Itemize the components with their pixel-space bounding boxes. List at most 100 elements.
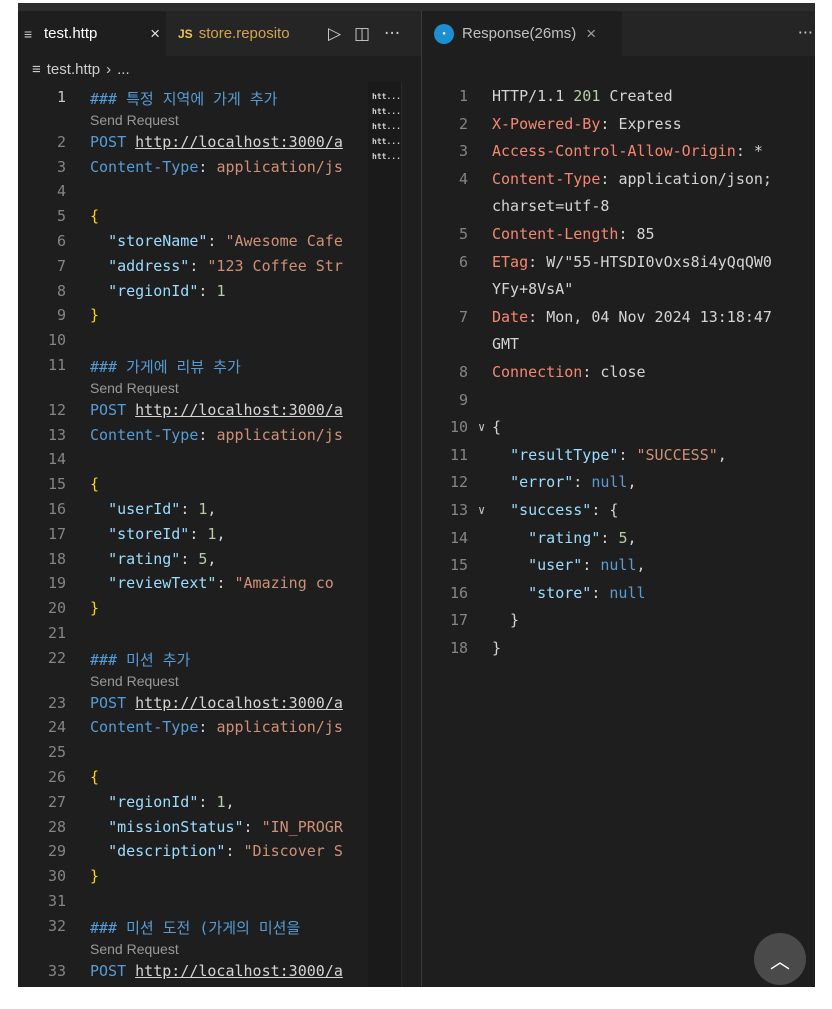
line-number: 30 bbox=[47, 867, 66, 886]
send-request-codelens[interactable]: Send Request bbox=[90, 112, 179, 128]
fold-chevron-icon[interactable]: ∨ bbox=[478, 420, 485, 434]
line-number: 21 bbox=[47, 624, 66, 642]
line-number: 14 bbox=[449, 528, 468, 547]
line-number: 33 bbox=[47, 961, 66, 980]
response-line: "resultType": "SUCCESS", bbox=[510, 445, 727, 464]
line-number: 16 bbox=[449, 583, 468, 602]
code-line: "regionId": 1, bbox=[108, 792, 235, 811]
line-number: 17 bbox=[47, 524, 66, 543]
code-line: Content-Type: application/js bbox=[90, 425, 343, 444]
code-line: "rating": 5, bbox=[108, 549, 217, 568]
close-icon[interactable]: × bbox=[586, 24, 596, 44]
minimap-line: htt... bbox=[372, 107, 401, 116]
fold-chevron-icon[interactable]: ∨ bbox=[478, 503, 485, 517]
line-number: 6 bbox=[458, 252, 468, 271]
file-lines-icon: ≡ bbox=[32, 60, 41, 78]
line-number: 29 bbox=[47, 842, 66, 861]
line-number: 32 bbox=[47, 916, 66, 935]
left-editor-pane: ≡ test.http × JS store.reposito ▷ ◫ ··· … bbox=[18, 11, 422, 987]
more-actions-icon[interactable]: ··· bbox=[384, 11, 400, 56]
line-number: 4 bbox=[458, 169, 468, 188]
response-line: } bbox=[492, 639, 502, 657]
line-number: 25 bbox=[47, 743, 66, 762]
vertical-scrollbar[interactable] bbox=[401, 82, 422, 987]
line-number: 1 bbox=[458, 87, 468, 105]
window-top-strip bbox=[18, 3, 815, 11]
code-line: } bbox=[90, 867, 100, 886]
response-line: HTTP/1.1 201 Created bbox=[492, 87, 673, 105]
minimap-line: htt... bbox=[372, 152, 401, 161]
close-icon[interactable]: × bbox=[150, 24, 160, 44]
line-number: 18 bbox=[449, 639, 468, 657]
code-line: "storeName": "Awesome Cafe bbox=[108, 232, 343, 250]
line-number: 11 bbox=[449, 445, 468, 464]
breadcrumb: ≡ test.http › ... bbox=[18, 56, 421, 82]
line-number: 22 bbox=[47, 648, 66, 667]
response-line: "rating": 5, bbox=[528, 528, 637, 547]
code-line: ### 가게에 리뷰 추가 bbox=[90, 358, 241, 376]
code-editor[interactable]: 1 ### 특정 지역에 가게 추가 Send Request 2 POST http:… bbox=[18, 82, 368, 987]
code-line: { bbox=[90, 207, 100, 226]
code-line: Content-Type: application/js bbox=[90, 718, 343, 737]
line-number: 10 bbox=[47, 331, 66, 350]
minimap-line: htt... bbox=[372, 122, 401, 131]
code-line: POST http://localhost:3000/a bbox=[90, 400, 343, 419]
response-line: Date: Mon, 04 Nov 2024 13:18:47 bbox=[492, 307, 772, 326]
response-line: YFy+8VsA" bbox=[492, 280, 574, 299]
line-number: 28 bbox=[47, 817, 66, 836]
send-request-codelens[interactable]: Send Request bbox=[90, 941, 179, 957]
line-number: 15 bbox=[47, 475, 66, 494]
line-number: 14 bbox=[47, 450, 66, 469]
line-number: 6 bbox=[56, 232, 66, 250]
split-editor-icon[interactable]: ◫ bbox=[354, 11, 370, 56]
response-line: Content-Length: 85 bbox=[492, 225, 655, 243]
code-line: ### 미션 추가 bbox=[90, 650, 191, 669]
response-line: GMT bbox=[492, 335, 520, 354]
code-line: "storeId": 1, bbox=[108, 524, 226, 543]
editor-window: ≡ test.http × JS store.reposito ▷ ◫ ··· … bbox=[18, 3, 815, 987]
tab-test-http[interactable]: ≡ test.http × bbox=[18, 11, 166, 56]
more-actions-icon[interactable]: ··· bbox=[798, 23, 813, 42]
response-line: ETag: W/"55-HTSDI0vOxs8i4yQqQW0 bbox=[492, 252, 772, 271]
breadcrumb-rest[interactable]: ... bbox=[117, 61, 130, 78]
tab-store-repository[interactable]: JS store.reposito bbox=[168, 11, 328, 56]
line-number: 18 bbox=[47, 549, 66, 568]
run-icon[interactable]: ▷ bbox=[328, 11, 341, 56]
response-line: { bbox=[492, 418, 502, 437]
breadcrumb-file[interactable]: test.http bbox=[47, 61, 100, 78]
tab-label: test.http bbox=[44, 25, 98, 42]
line-number: 8 bbox=[56, 281, 66, 300]
response-line: "error": null, bbox=[510, 473, 637, 492]
line-number: 5 bbox=[458, 225, 468, 243]
scroll-to-top-button[interactable]: ︿ bbox=[754, 933, 806, 985]
code-line: { bbox=[90, 475, 100, 494]
line-number: 26 bbox=[47, 768, 66, 786]
tab-label: store.reposito bbox=[198, 25, 290, 42]
code-line: "userId": 1, bbox=[108, 500, 217, 518]
minimap[interactable]: htt... htt... htt... htt... htt... bbox=[368, 82, 401, 987]
response-line: Connection: close bbox=[492, 363, 646, 381]
line-number: 2 bbox=[458, 114, 468, 133]
send-request-codelens[interactable]: Send Request bbox=[90, 673, 179, 689]
js-file-icon: JS bbox=[178, 26, 193, 41]
code-line: } bbox=[90, 306, 100, 325]
tab-response[interactable]: ● Response(26ms) × bbox=[422, 11, 622, 56]
file-lines-icon: ≡ bbox=[24, 25, 33, 42]
response-line: "user": null, bbox=[528, 556, 646, 575]
line-number: 1 bbox=[56, 88, 66, 106]
rest-client-icon: ● bbox=[434, 23, 454, 44]
line-number: 16 bbox=[47, 500, 66, 518]
send-request-codelens[interactable]: Send Request bbox=[90, 380, 179, 396]
editor-tab-bar: ≡ test.http × JS store.reposito ▷ ◫ ··· bbox=[18, 11, 421, 56]
response-pane: ● Response(26ms) × ··· 1 HTTP/1.1 201 Cre… bbox=[422, 11, 815, 987]
code-line: POST http://localhost:3000/a bbox=[90, 132, 343, 151]
line-number: 4 bbox=[56, 182, 66, 201]
response-line: Content-Type: application/json; bbox=[492, 169, 772, 188]
line-number: 8 bbox=[458, 363, 468, 381]
response-line: "success": { bbox=[510, 501, 619, 519]
response-line: Access-Control-Allow-Origin: * bbox=[492, 142, 763, 161]
line-number: 3 bbox=[56, 157, 66, 176]
response-line: charset=utf-8 bbox=[492, 197, 610, 216]
code-line: Content-Type: application/js bbox=[90, 157, 343, 176]
line-number: 12 bbox=[47, 400, 66, 419]
